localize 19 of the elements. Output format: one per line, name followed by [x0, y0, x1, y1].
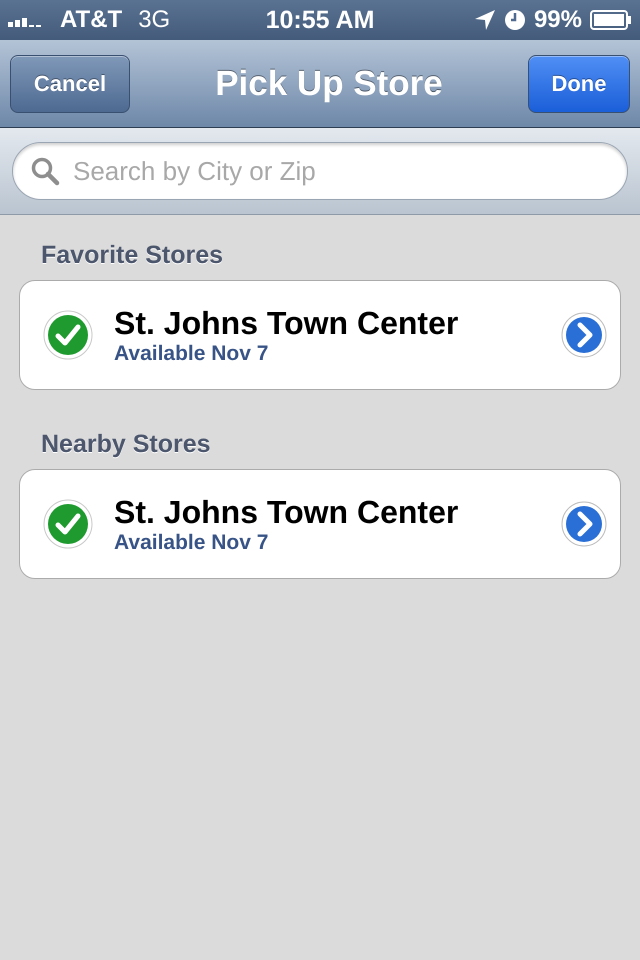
status-time: 10:55 AM [266, 6, 374, 34]
battery-percent: 99% [534, 6, 582, 34]
location-arrow-icon [474, 9, 496, 31]
disclosure-button[interactable] [560, 500, 608, 548]
clock-icon [504, 9, 526, 31]
network-type: 3G [138, 6, 170, 34]
screen-title: Pick Up Store [215, 64, 443, 104]
store-name: St. Johns Town Center [114, 304, 460, 342]
store-name: St. Johns Town Center [114, 494, 460, 530]
availability-text: Available Nov 7 [114, 342, 270, 366]
cancel-button[interactable]: Cancel [10, 54, 130, 112]
search-field[interactable]: Search by City or Zip [12, 142, 628, 200]
done-button[interactable]: Done [528, 54, 630, 112]
disclosure-button[interactable] [560, 311, 608, 359]
section-header: Favorite Stores [40, 241, 224, 270]
section-header: Nearby Stores [40, 430, 212, 459]
battery-icon [590, 10, 632, 30]
availability-text: Available Nov 7 [114, 530, 270, 554]
carrier-name: AT&T [60, 6, 122, 34]
